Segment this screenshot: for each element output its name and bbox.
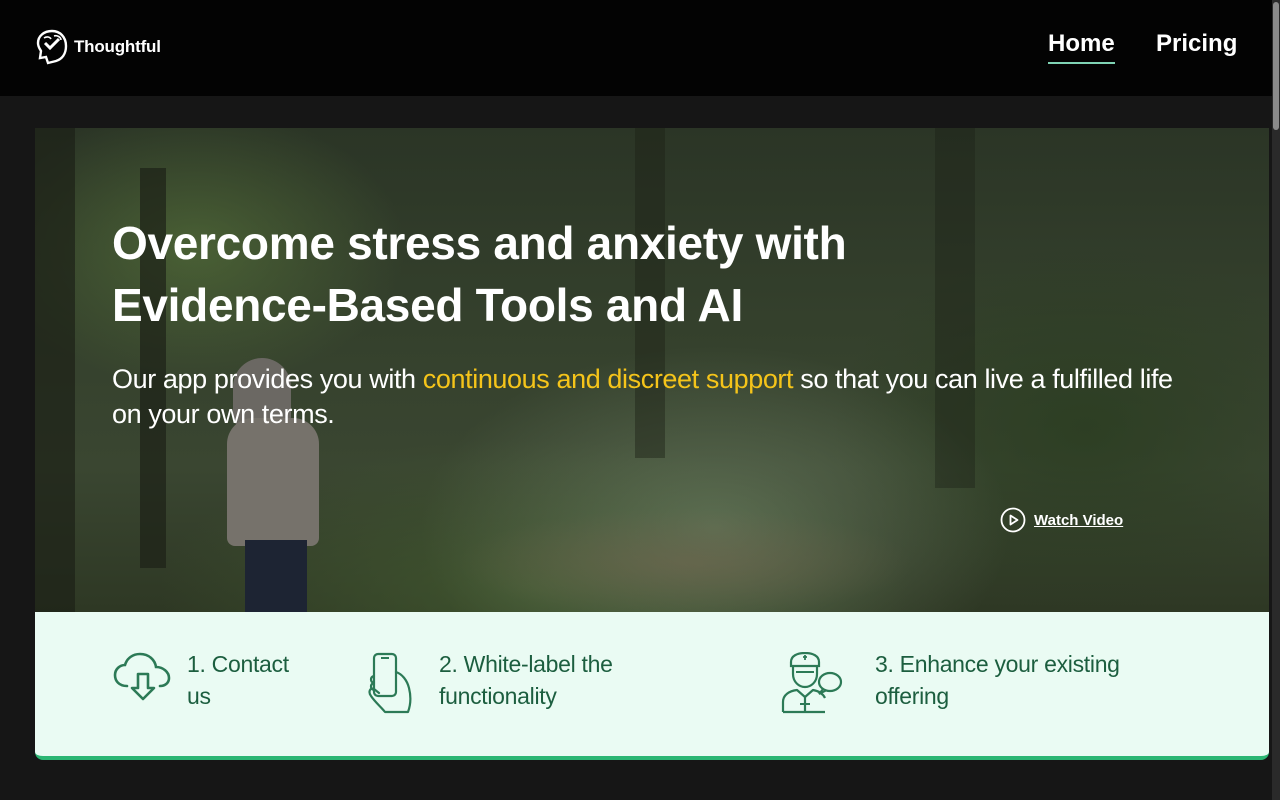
step-contact: 1. Contact us [113, 651, 307, 712]
nav-pricing-link[interactable]: Pricing [1156, 30, 1237, 62]
watch-video-label: Watch Video [1034, 511, 1124, 529]
hero-headline-line-2: Evidence-Based Tools and AI [112, 279, 743, 331]
logo[interactable]: Thoughtful [34, 28, 161, 66]
scrollbar-thumb[interactable] [1273, 2, 1279, 130]
watch-video-button[interactable]: Watch Video [1000, 507, 1123, 533]
step-white-label: 2. White-label the functionality [365, 651, 659, 714]
nav-home-link[interactable]: Home [1048, 30, 1115, 64]
hero-forest-path [455, 508, 915, 612]
hero-person-legs [245, 540, 307, 612]
hero-subtext-start: Our app provides you with [112, 364, 423, 394]
hero-subtext-highlight: continuous and discreet support [422, 364, 794, 394]
page-scrollbar[interactable] [1272, 0, 1280, 800]
play-circle-icon [1000, 507, 1026, 533]
hero-subtext: Our app provides you with continuous and… [112, 362, 1182, 432]
step-enhance: 3. Enhance your existing offering [781, 651, 1175, 714]
logo-text: Thoughtful [74, 37, 161, 56]
step-enhance-label: 3. Enhance your existing offering [875, 651, 1120, 709]
cloud-download-icon [113, 652, 171, 701]
phone-hand-icon [368, 652, 412, 714]
hero-tree [35, 128, 75, 612]
hero-headline-line-1: Overcome stress and anxiety with [112, 217, 847, 269]
nurse-icon [781, 652, 843, 714]
top-navigation-bar: Thoughtful Home Pricing [0, 0, 1272, 96]
step-white-label-label: 2. White-label the functionality [439, 651, 613, 709]
hero-headline: Overcome stress and anxiety with Evidenc… [112, 212, 1012, 336]
step-contact-label: 1. Contact us [187, 651, 289, 709]
steps-panel: 1. Contact us 2. White-label the functio… [35, 612, 1269, 760]
hero-person-body [227, 418, 319, 546]
brain-logo-icon [36, 29, 68, 65]
